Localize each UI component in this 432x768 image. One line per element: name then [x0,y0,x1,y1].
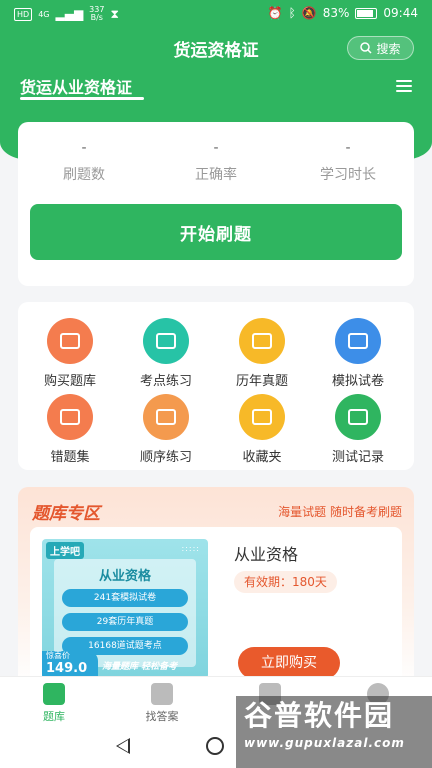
icon-glyph [156,409,176,425]
nav-label: 题库 [43,710,65,723]
feature-label: 错题集 [50,450,90,465]
home-icon[interactable] [206,737,224,755]
stat-accuracy: - 正确率 [150,140,282,184]
feature-item[interactable]: 模拟试卷 [310,318,406,389]
star-board-icon [143,318,189,364]
feature-item[interactable]: 顺序练习 [118,394,214,465]
feature-item[interactable]: 购买题库 [22,318,118,389]
bluetooth-icon: ᛒ [288,6,296,20]
watermark: 谷普软件园 www.gupuxlazal.com [236,696,432,768]
stat-study-time: - 学习时长 [282,140,414,184]
edit-doc-icon [143,394,189,440]
cover-item: 241套模拟试卷 [62,589,188,607]
stat-label: 刷题数 [63,167,105,183]
stat-value: - [81,140,87,156]
feature-label: 测试记录 [331,450,384,465]
tab-cert[interactable]: 货运从业资格证 [20,74,132,98]
mute-icon: 🔕 [301,6,317,20]
net-speed-unit: B/s [90,13,103,22]
question-bank-section: 题库专区 海量试题 随时备考刷题 上学吧 ::::: 从业资格 241套模拟试卷… [18,487,414,687]
feature-item[interactable]: 测试记录 [310,394,406,465]
feature-item[interactable]: 历年真题 [214,318,310,389]
stat-value: - [213,140,219,156]
cover-price-tag: 惊喜价 149.0 [42,651,98,679]
nav-label: 找答案 [145,710,179,723]
watermark-title: 谷普软件园 [244,699,395,732]
product-cover: 上学吧 ::::: 从业资格 241套模拟试卷 29套历年真题 16168道试题… [42,539,208,679]
feature-label: 考点练习 [139,374,192,389]
back-icon[interactable] [116,738,130,754]
signal-indicator: 4G [38,9,50,19]
alarm-icon: ⏰ [267,6,283,20]
buy-now-button[interactable]: 立即购买 [238,647,340,679]
stat-label: 正确率 [195,167,237,183]
cart-icon [47,318,93,364]
stat-label: 学习时长 [320,167,376,183]
section-title: 题库专区 [32,504,100,524]
icon-glyph [348,333,368,349]
feature-item[interactable]: 收藏夹 [214,394,310,465]
cover-dots: ::::: [181,544,200,553]
question-bank-icon [43,683,65,705]
record-icon [335,394,381,440]
nav-item-find-answer[interactable]: 找答案 [122,683,202,724]
clock: 09:44 [383,6,418,20]
watermark-url: www.gupuxlazal.com [244,736,405,750]
battery-percent: 83% [322,6,350,20]
cover-title: 从业资格 [98,569,151,584]
section-slogan: 海量试题 随时备考刷题 [278,505,402,519]
icon-glyph [60,409,80,425]
search-button[interactable]: 搜索 [347,36,414,60]
icon-glyph [252,409,272,425]
cover-brand: 上学吧 [46,542,84,559]
signal-bars-icon: ▂▄▆ [55,7,84,21]
stat-questions: - 刷题数 [18,140,150,184]
stat-value: - [345,140,351,156]
search-label: 搜索 [376,41,401,56]
search-icon [360,42,373,54]
net-speed: 337 B/s [89,6,104,22]
icon-glyph [348,409,368,425]
nav-item-question-bank[interactable]: 题库 [14,683,94,724]
hourglass-icon: ⧗ [110,6,119,21]
menu-icon[interactable] [396,80,412,93]
cover-tagline: 海量题库 轻松备考 [102,662,178,672]
cover-price-value: 149.0 [46,661,88,676]
feature-label: 顺序练习 [139,450,192,465]
start-practice-button[interactable]: 开始刷题 [30,204,402,260]
status-bar: HD 4G ▂▄▆ 337 B/s ⧗ ⏰ ᛒ 🔕 83% 09:44 [0,0,432,28]
stats-card: - 刷题数 - 正确率 - 学习时长 开始刷题 [18,122,414,286]
product-name: 从业资格 [234,545,299,564]
feature-grid: 购买题库 考点练习 历年真题 模拟试卷错题集 顺序练习 收藏夹 测试记录 [18,302,414,470]
feature-item[interactable]: 错题集 [22,394,118,465]
tab-indicator [20,97,144,100]
validity-badge: 有效期：180天 [234,571,337,593]
feature-label: 收藏夹 [242,450,282,465]
product-card[interactable]: 上学吧 ::::: 从业资格 241套模拟试卷 29套历年真题 16168道试题… [30,527,402,687]
feature-label: 历年真题 [235,374,288,389]
battery-icon [355,7,378,19]
presentation-icon [335,318,381,364]
feature-item[interactable]: 考点练习 [118,318,214,389]
search-answer-icon [151,683,173,705]
network-indicator: HD [14,7,33,21]
icon-glyph [156,333,176,349]
icon-glyph [60,333,80,349]
icon-glyph [252,333,272,349]
cover-item: 29套历年真题 [62,613,188,631]
star-icon [239,394,285,440]
calendar-icon [239,318,285,364]
feature-label: 购买题库 [43,374,96,389]
cover-price-label: 惊喜价 [46,651,70,660]
wrong-box-icon [47,394,93,440]
feature-label: 模拟试卷 [331,374,384,389]
